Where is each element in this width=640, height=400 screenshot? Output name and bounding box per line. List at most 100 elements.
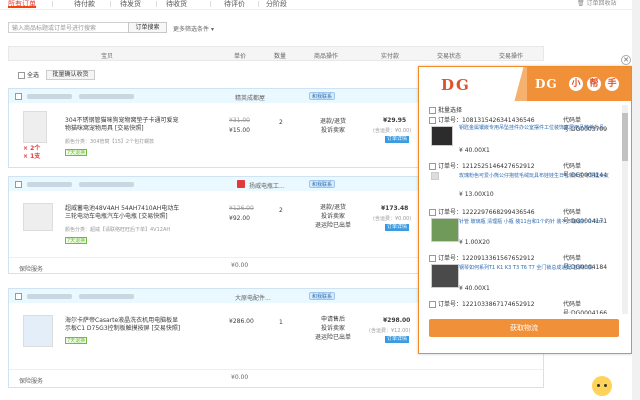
return-insurance-link[interactable]: 退运险已出单 <box>313 333 353 342</box>
order-number-blurred <box>79 94 134 99</box>
tab-pending-shipment[interactable]: 待发货 <box>120 0 141 8</box>
tab-pending-review[interactable]: 待评价 <box>224 0 245 8</box>
dg-order-number[interactable]: 订单号：1220913361567652912 <box>429 253 535 262</box>
quantity: 2 <box>279 119 283 126</box>
dg-product-price: ¥ 13.00X10 <box>459 191 494 198</box>
after-sales-link[interactable]: 申请售后 <box>313 315 353 324</box>
shop-badge-icon <box>237 180 245 188</box>
more-filter-toggle[interactable]: 更多筛选条件 ▾ <box>173 24 214 33</box>
refund-link[interactable]: 退款/退货 <box>313 117 353 126</box>
dg-tracking-code: 代码单号:DG0004166 <box>563 301 608 314</box>
page-scrollbar[interactable] <box>632 0 640 400</box>
unit-price: ¥286.00 <box>229 318 254 325</box>
tab-pending-payment[interactable]: 待付款 <box>74 0 95 8</box>
contact-seller-button[interactable]: 和我联系 <box>309 180 335 188</box>
product-image[interactable] <box>23 111 47 143</box>
paid-amount: ¥298.00 <box>383 317 411 324</box>
order-detail-link[interactable]: 订单详情 <box>385 136 410 143</box>
dg-product-image <box>431 264 459 288</box>
order-detail-link[interactable]: 订单详情 <box>385 336 410 343</box>
header-baby: 宝贝 <box>101 53 114 60</box>
shop-name[interactable]: 精英成都屋 <box>235 93 265 102</box>
checkbox-icon <box>429 301 436 308</box>
header-quantity: 数量 <box>274 53 287 60</box>
close-icon[interactable]: ✕ <box>621 55 631 65</box>
header-paid: 实付款 <box>381 53 400 60</box>
table-header: 宝贝 单价 数量 商品操作 实付款 交易状态 交易操作 <box>8 46 544 61</box>
return-insurance-link[interactable]: 退运险已出单 <box>313 221 353 230</box>
unit-price: ¥15.00 <box>229 127 250 134</box>
dg-scrollbar[interactable] <box>622 105 628 314</box>
dg-order-number[interactable]: 订单号：1221033867174652912 <box>429 299 535 308</box>
contact-seller-button[interactable]: 和我联系 <box>309 292 335 300</box>
paid-amount: ¥173.48 <box>381 205 409 212</box>
order-tabs: 所有订单 待付款 待发货 待收货 待评价 分阶段 🗑 订单回收站 <box>0 0 640 10</box>
after-sales-actions: 退款/退货 投诉卖家 退运险已出单 <box>313 203 353 230</box>
dg-logo-left: DG <box>441 76 471 94</box>
recycle-bin-link[interactable]: 🗑 订单回收站 <box>577 0 617 8</box>
tab-pending-receipt[interactable]: 待收货 <box>166 0 187 8</box>
dg-order-number[interactable]: 订单号：1222297668299436546 <box>429 207 535 216</box>
tab-all-orders[interactable]: 所有订单 <box>8 0 36 8</box>
order-detail-link[interactable]: 订单详情 <box>385 224 410 231</box>
checkbox-icon <box>429 255 436 262</box>
checkbox-icon <box>429 209 436 216</box>
order-checkbox[interactable] <box>15 93 22 100</box>
after-sales-actions: 退款/退货 投诉卖家 <box>313 117 353 135</box>
dg-select-all[interactable]: 批量选择 <box>429 105 462 114</box>
tab-stage[interactable]: 分阶段 <box>266 0 287 8</box>
order-search-button[interactable]: 订单搜索 <box>128 22 167 33</box>
dg-order-item: 订单号：1220913361567652912 代码单号:DG0004184 钢… <box>423 253 621 297</box>
checkbox-icon <box>18 72 25 79</box>
complain-link[interactable]: 投诉卖家 <box>313 324 353 333</box>
order-checkbox[interactable] <box>15 293 22 300</box>
batch-confirm-button[interactable]: 批量确认收货 <box>46 70 95 80</box>
quantity: 1 <box>279 319 283 326</box>
checkbox-icon <box>429 163 436 170</box>
dg-product-title[interactable]: 针管 玻璃瓶 清理瓶 小瓶 装11台和1个的针 装不下吸收针 9.4cm <box>459 219 609 226</box>
insurance-label: 保险服务 <box>19 378 44 385</box>
dg-product-title[interactable]: 钥匙金属镶嵌专用吊坠挂件办公室摆件工位装饰家居用品精美礼品 <box>459 125 609 132</box>
shop-name[interactable]: 扬威电瓶工... <box>249 181 285 190</box>
select-all-checkbox[interactable]: 全选 <box>18 70 39 79</box>
product-title[interactable]: 超威蓄电池48V4AH 54AH7410AH电动车三轮电动车电瓶汽车小电瓶 [交… <box>65 205 183 221</box>
dg-order-item: 订单号：1222297668299436546 代码单号:DG0004171 针… <box>423 207 621 251</box>
complain-link[interactable]: 投诉卖家 <box>313 126 353 135</box>
refund-link[interactable]: 退款/退货 <box>313 203 353 212</box>
seven-day-return-badge: 7天退换 <box>65 337 88 344</box>
shipping-fee: (含运费：¥0.00) <box>373 216 412 222</box>
header-unit-price: 单价 <box>234 53 247 60</box>
complain-link[interactable]: 投诉卖家 <box>313 212 353 221</box>
dg-logo-char: 帮 <box>587 77 601 91</box>
dg-product-image <box>431 126 453 146</box>
dg-product-title[interactable]: 玫瑰粉色可爱小熊公仔抱枕毛绒玩具布娃娃生日礼物女生可爱送女友 <box>459 173 609 180</box>
product-title[interactable]: 304不锈钢管猫咪狗宠物窝垫子卡通可爱宠物猫咪窝宠物用具 [交易快照] <box>65 117 183 133</box>
product-image[interactable] <box>23 315 53 347</box>
dg-scroll-thumb[interactable] <box>622 113 628 161</box>
product-image[interactable] <box>23 203 53 231</box>
shop-name[interactable]: 大原电配件... <box>235 293 271 302</box>
checkbox-icon <box>429 117 436 124</box>
order-search-input[interactable]: 输入商品标题或订单号进行搜索 <box>8 22 129 33</box>
dg-order-item: 订单号：1212525146427652912 代码单号:DG0004144 玫… <box>423 161 621 205</box>
recycle-bin-label: 订单回收站 <box>586 0 617 7</box>
order-checkbox[interactable] <box>15 181 22 188</box>
dg-order-number[interactable]: 订单号：1212525146427652912 <box>429 161 535 170</box>
dg-order-number[interactable]: 订单号：1081315426341436546 <box>429 115 535 124</box>
checkbox-icon <box>429 107 436 114</box>
contact-seller-button[interactable]: 和我联系 <box>309 92 335 100</box>
seven-day-return-badge: 7天退换 <box>65 149 88 156</box>
insurance-price: ¥0.00 <box>231 374 249 381</box>
insurance-row: 保险服务 ¥0.00 <box>9 369 543 387</box>
header-status: 交易状态 <box>437 53 462 60</box>
header-after-sales: 商品操作 <box>314 53 339 60</box>
get-logistics-button[interactable]: 获取物流 <box>429 319 619 337</box>
product-attribute: 颜色分类：304管窝【15】2个包打螺款 <box>65 139 155 145</box>
shipping-fee: (含运费：¥12.00) <box>369 328 411 334</box>
original-price: ¥126.00 <box>229 205 254 212</box>
product-title[interactable]: 海尔卡萨帝Casarte液晶洗衣机用电脑板显示板C1 D75G3控制板触摸按屏 … <box>65 317 183 333</box>
dg-product-title[interactable]: 钢琴如何系列T1 K1 K3 T3 T6 T7 全门锁总成适配 替换旧款 <box>459 265 609 272</box>
mascot-icon[interactable] <box>592 376 612 396</box>
dg-order-list[interactable]: 批量选择 订单号：1081315426341436546 代码单号:DG0003… <box>423 103 621 314</box>
order-date-blurred <box>27 182 72 187</box>
